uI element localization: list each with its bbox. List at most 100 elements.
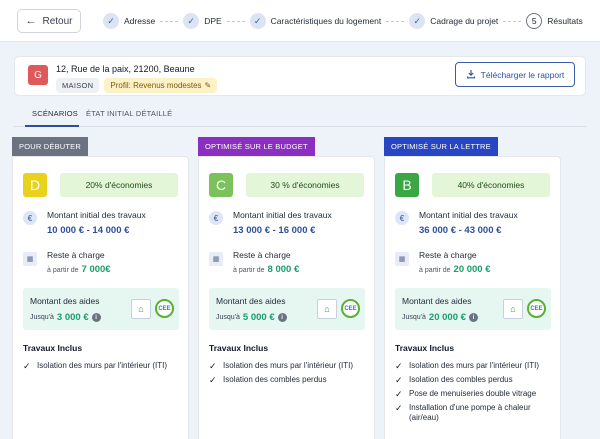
info-icon[interactable]: i [468, 313, 478, 322]
avatar: G [28, 65, 48, 85]
tab-etat-initial[interactable]: ÉTAT INITIAL DÉTAILLÉ [86, 109, 172, 118]
active-tab-indicator [25, 125, 79, 127]
building-icon: ▦ [23, 252, 37, 266]
scenario-column: OPTIMISÉ SUR LE BUDGET C 30 % d'économie… [198, 137, 375, 439]
travaux-list: ✓ Isolation des murs par l'intérieur (ITI… [395, 361, 557, 427]
step-label: Caractéristiques du logement [270, 16, 382, 26]
profile-tag[interactable]: Profil: Revenus modestes ✎ [104, 78, 218, 93]
aides-value: 20 000 € [428, 312, 466, 323]
check-icon: ✓ [209, 375, 217, 385]
scenario-column: POUR DÉBUTER D 20% d'économies € Montant… [12, 137, 189, 439]
travaux-item: Isolation des combles perdus [409, 375, 513, 384]
reste-value: 20 000 € [453, 264, 491, 275]
reste-label: Reste à charge [47, 250, 105, 260]
aides-prefix: Jusqu'à [30, 314, 54, 321]
step-connector [503, 20, 522, 22]
back-button[interactable]: ← Retour [17, 9, 81, 33]
cee-logo-icon: CEE [527, 299, 546, 318]
check-icon: ✓ [409, 13, 426, 29]
aides-line: Jusqu'à 5 000 € i [216, 312, 287, 323]
montant-value: 13 000 € - 16 000 € [233, 225, 316, 236]
step-resultats[interactable]: 5 Résultats [526, 13, 583, 29]
dpe-grade: B [395, 173, 419, 197]
house-logo-icon: ⌂ [131, 299, 151, 319]
travaux-title: Travaux Inclus [395, 343, 455, 353]
check-icon: ✓ [395, 361, 403, 371]
aides-value: 3 000 € [56, 312, 89, 323]
check-icon: ✓ [209, 361, 217, 371]
montant-label: Montant initial des travaux [233, 210, 332, 220]
check-icon: ✓ [395, 375, 403, 385]
travaux-item: Pose de menuiseries double vitrage [409, 389, 537, 398]
tab-scenarios[interactable]: SCÉNARIOS [32, 109, 78, 118]
travaux-item: Isolation des combles perdus [223, 375, 327, 384]
check-icon: ✓ [103, 13, 119, 29]
aides-line: Jusqu'à 20 000 € i [402, 312, 478, 323]
step-connector [226, 20, 245, 22]
pencil-icon[interactable]: ✎ [205, 81, 212, 90]
reste-label: Reste à charge [419, 250, 477, 260]
list-item: ✓ Isolation des combles perdus [209, 375, 371, 385]
aides-label: Montant des aides [30, 296, 100, 306]
travaux-item: Installation d'une pompe à chaleur (air/… [409, 403, 531, 422]
download-icon [466, 69, 476, 81]
reste-line: à partir de 8 000 € [233, 264, 299, 275]
aides-label: Montant des aides [216, 296, 286, 306]
scenario-badge: POUR DÉBUTER [12, 137, 88, 156]
reste-prefix: à partir de [47, 267, 79, 274]
type-tag: MAISON [56, 78, 100, 93]
check-icon: ✓ [183, 13, 200, 29]
montant-label: Montant initial des travaux [419, 210, 518, 220]
scenario-badge: OPTIMISÉ SUR LE BUDGET [198, 137, 315, 156]
info-icon[interactable]: i [91, 313, 101, 322]
travaux-item: Isolation des murs par l'intérieur (ITI) [409, 361, 540, 370]
reste-label: Reste à charge [233, 250, 291, 260]
house-logo-icon: ⌂ [317, 299, 337, 319]
address-text: 12, Rue de la paix, 21200, Beaune [56, 64, 195, 74]
travaux-list: ✓ Isolation des murs par l'intérieur (ITI… [209, 361, 371, 389]
step-adresse[interactable]: ✓ Adresse [103, 13, 155, 29]
check-icon: ✓ [249, 13, 266, 29]
aides-label: Montant des aides [402, 296, 472, 306]
euro-icon: € [209, 211, 223, 225]
scenario-column: OPTIMISÉ SUR LA LETTRE B 40% d'économies… [384, 137, 561, 439]
step-cadrage[interactable]: ✓ Cadrage du projet [409, 13, 498, 29]
step-connector [160, 20, 179, 22]
scenario-card[interactable]: C 30 % d'économies € Montant initial des… [198, 156, 375, 439]
list-item: ✓ Isolation des murs par l'intérieur (ITI… [23, 361, 185, 371]
reste-prefix: à partir de [419, 267, 451, 274]
aides-box: Montant des aides Jusqu'à 3 000 € i ⌂ CE… [23, 288, 179, 330]
check-icon: ✓ [23, 361, 31, 371]
info-icon[interactable]: i [277, 313, 287, 322]
step-number-icon: 5 [526, 13, 543, 29]
dpe-grade: C [209, 173, 233, 197]
cee-logo-icon: CEE [155, 299, 174, 318]
reste-line: à partir de 20 000 € [419, 264, 491, 275]
reste-value: 7 000€ [81, 264, 111, 275]
step-label: Résultats [547, 16, 583, 26]
list-item: ✓ Isolation des combles perdus [395, 375, 557, 385]
travaux-item: Isolation des murs par l'intérieur (ITI) [37, 361, 168, 370]
list-item: ✓ Pose de menuiseries double vitrage [395, 389, 557, 399]
tab-bar: SCÉNARIOS ÉTAT INITIAL DÉTAILLÉ [14, 101, 586, 127]
step-caracteristiques[interactable]: ✓ Caractéristiques du logement [249, 13, 382, 29]
savings-badge: 40% d'économies [432, 173, 550, 197]
travaux-title: Travaux Inclus [23, 343, 83, 353]
dpe-grade: D [23, 173, 47, 197]
travaux-title: Travaux Inclus [209, 343, 269, 353]
scenario-card[interactable]: D 20% d'économies € Montant initial des … [12, 156, 189, 439]
download-report-button[interactable]: Télécharger le rapport [455, 62, 575, 87]
step-dpe[interactable]: ✓ DPE [183, 13, 222, 29]
building-icon: ▦ [395, 252, 409, 266]
reste-value: 8 000 € [267, 264, 300, 275]
step-label: Adresse [124, 16, 156, 26]
scenario-card[interactable]: B 40% d'économies € Montant initial des … [384, 156, 561, 439]
profile-label: Profil: Revenus modestes [110, 81, 202, 90]
step-connector [386, 20, 405, 22]
euro-icon: € [395, 211, 409, 225]
list-item: ✓ Installation d'une pompe à chaleur (air… [395, 403, 557, 423]
list-item: ✓ Isolation des murs par l'intérieur (ITI… [209, 361, 371, 371]
scenario-badge: OPTIMISÉ SUR LA LETTRE [384, 137, 498, 156]
aides-box: Montant des aides Jusqu'à 20 000 € i ⌂ C… [395, 288, 551, 330]
download-label: Télécharger le rapport [480, 69, 565, 80]
